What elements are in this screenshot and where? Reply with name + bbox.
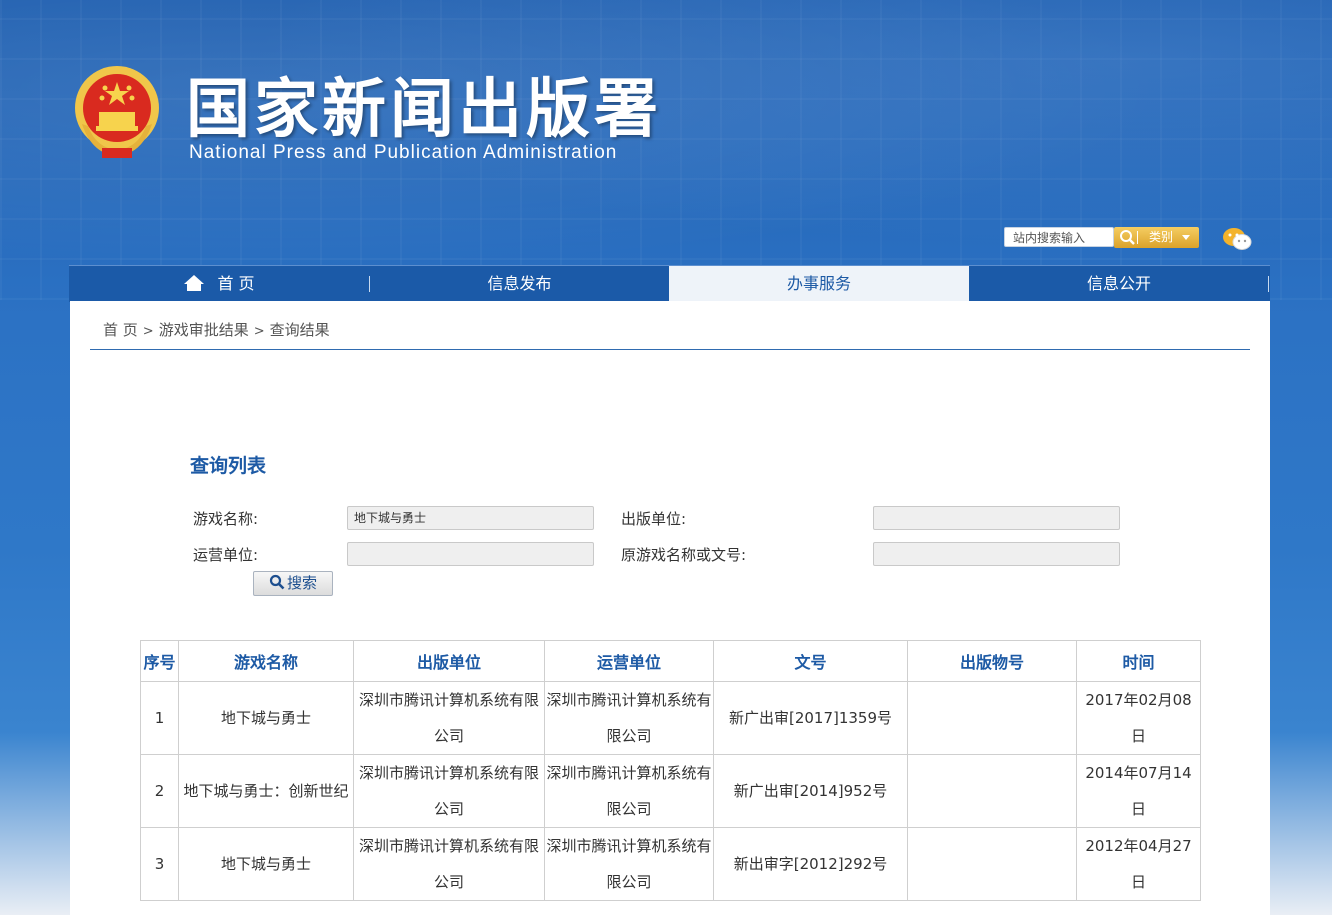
original-name-input[interactable]: [873, 542, 1120, 566]
wechat-icon[interactable]: [1222, 226, 1252, 252]
cell-date: 2014年07月14日: [1076, 754, 1201, 828]
cell-date: 2012年04月27日: [1076, 827, 1201, 901]
game-name-label: 游戏名称:: [193, 510, 259, 528]
cell-publisher: 深圳市腾讯计算机系统有限公司: [353, 754, 545, 828]
breadcrumb-home[interactable]: 首 页: [103, 321, 138, 339]
cell-index: 1: [140, 681, 179, 755]
operator-input[interactable]: [347, 542, 594, 566]
category-dropdown-label: 类别: [1149, 230, 1174, 244]
cell-date: 2017年02月08日: [1076, 681, 1201, 755]
cell-approval-number: 新出审字[2012]292号: [713, 827, 908, 901]
chevron-down-icon: [1182, 235, 1190, 240]
cell-game-name: 地下城与勇士: [178, 681, 354, 755]
publisher-input[interactable]: [873, 506, 1120, 530]
cell-game-name: 地下城与勇士：创新世纪: [178, 754, 354, 828]
search-icon: [1120, 230, 1135, 245]
nav-item-home[interactable]: 首 页: [69, 266, 369, 302]
query-list-title: 查询列表: [190, 455, 267, 477]
column-header-publication-number: 出版物号: [907, 640, 1077, 682]
search-button-label: 搜索: [286, 574, 317, 592]
breadcrumb-current: 查询结果: [269, 321, 330, 339]
cell-publication-number: [907, 754, 1077, 828]
nav-divider: [1268, 276, 1269, 292]
table-row[interactable]: 2 地下城与勇士：创新世纪 深圳市腾讯计算机系统有限公司 深圳市腾讯计算机系统有…: [140, 754, 1201, 828]
site-title-chinese: 国家新闻出版署: [186, 73, 662, 147]
cell-game-name: 地下城与勇士: [178, 827, 354, 901]
site-search-input[interactable]: 站内搜索输入: [1004, 227, 1114, 247]
cell-operator: 深圳市腾讯计算机系统有限公司: [544, 754, 714, 828]
table-header-row: 序号 游戏名称 出版单位 运营单位 文号 出版物号 时间: [140, 640, 1201, 682]
column-header-operator: 运营单位: [544, 640, 714, 682]
cell-operator: 深圳市腾讯计算机系统有限公司: [544, 827, 714, 901]
breadcrumb-separator: >: [253, 324, 265, 339]
site-search-button[interactable]: 类别: [1114, 227, 1199, 248]
breadcrumb-game-approval[interactable]: 游戏审批结果: [159, 321, 249, 339]
main-content: 首 页 > 游戏审批结果 > 查询结果 查询列表 游戏名称: 地下城与勇士 出版单位: …: [70, 301, 1270, 915]
national-emblem-icon: [75, 66, 159, 158]
table-row[interactable]: 1 地下城与勇士 深圳市腾讯计算机系统有限公司 深圳市腾讯计算机系统有限公司 新…: [140, 681, 1201, 755]
nav-item-services[interactable]: 办事服务: [669, 266, 969, 302]
publisher-label: 出版单位:: [621, 510, 687, 528]
search-button[interactable]: 搜索: [253, 571, 333, 596]
home-icon: [184, 275, 205, 291]
column-header-game-name: 游戏名称: [178, 640, 354, 682]
cell-approval-number: 新广出审[2017]1359号: [713, 681, 908, 755]
column-header-publisher: 出版单位: [353, 640, 545, 682]
column-header-approval-number: 文号: [713, 640, 908, 682]
table-row[interactable]: 3 地下城与勇士 深圳市腾讯计算机系统有限公司 深圳市腾讯计算机系统有限公司 新…: [140, 827, 1201, 901]
main-navigation: 首 页 信息发布 办事服务 信息公开: [69, 265, 1270, 302]
cell-operator: 深圳市腾讯计算机系统有限公司: [544, 681, 714, 755]
search-icon: [269, 574, 285, 590]
divider: [1137, 231, 1138, 244]
breadcrumb: 首 页 > 游戏审批结果 > 查询结果: [103, 319, 330, 340]
column-header-date: 时间: [1076, 640, 1201, 682]
nav-item-label: 首 页: [217, 274, 255, 293]
operator-label: 运营单位:: [193, 546, 259, 564]
cell-publication-number: [907, 827, 1077, 901]
cell-publication-number: [907, 681, 1077, 755]
cell-index: 3: [140, 827, 179, 901]
cell-publisher: 深圳市腾讯计算机系统有限公司: [353, 827, 545, 901]
column-header-index: 序号: [140, 640, 179, 682]
nav-item-info-release[interactable]: 信息发布: [370, 266, 669, 302]
breadcrumb-divider: [90, 349, 1250, 350]
cell-publisher: 深圳市腾讯计算机系统有限公司: [353, 681, 545, 755]
results-table: 序号 游戏名称 出版单位 运营单位 文号 出版物号 时间 1 地下城与勇士 深圳…: [140, 640, 1201, 901]
breadcrumb-separator: >: [142, 324, 154, 339]
game-name-input[interactable]: 地下城与勇士: [347, 506, 594, 530]
cell-approval-number: 新广出审[2014]952号: [713, 754, 908, 828]
original-name-label: 原游戏名称或文号:: [621, 546, 747, 564]
site-title-english: National Press and Publication Administr…: [189, 142, 618, 163]
cell-index: 2: [140, 754, 179, 828]
nav-item-info-disclosure[interactable]: 信息公开: [969, 266, 1269, 302]
